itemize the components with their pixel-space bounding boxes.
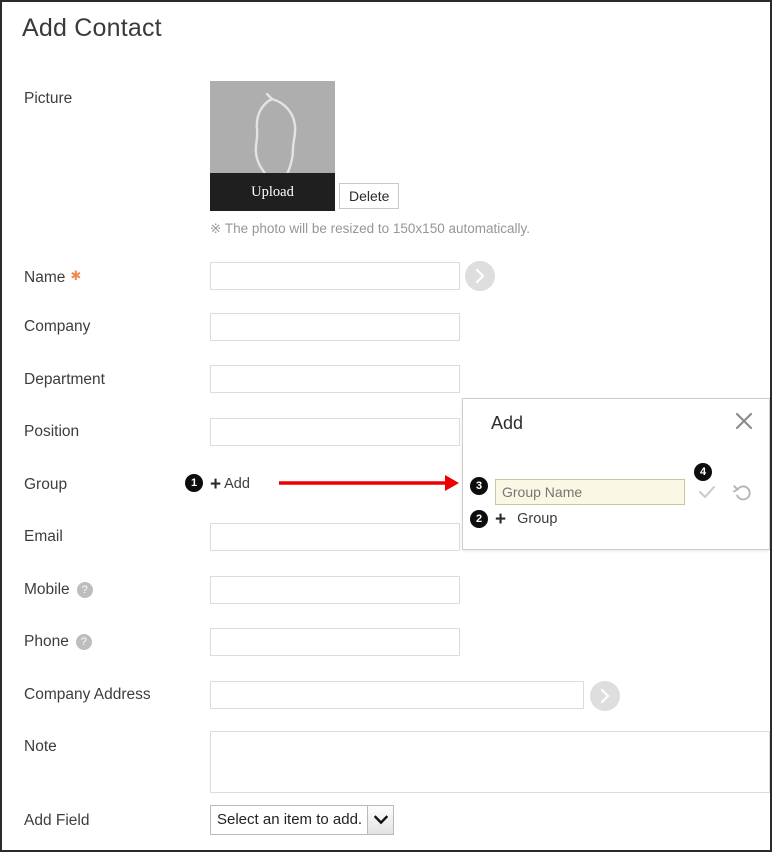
label-phone-text: Phone	[24, 633, 69, 650]
required-asterisk-icon: ✱	[70, 268, 82, 283]
name-input[interactable]	[210, 262, 460, 290]
check-glyph	[699, 486, 715, 498]
company-address-input[interactable]	[210, 681, 584, 709]
mobile-input[interactable]	[210, 576, 460, 604]
plus-icon: +	[495, 509, 507, 530]
label-email: Email	[24, 528, 63, 545]
undo-glyph	[733, 485, 751, 501]
help-icon-mobile[interactable]: ?	[76, 582, 93, 598]
delete-picture-button[interactable]: Delete	[339, 183, 400, 209]
annotation-badge-4: 4	[694, 463, 712, 481]
group-add-label: Add	[224, 476, 250, 492]
chevron-down-icon[interactable]	[367, 806, 394, 834]
annotation-badge-3: 3	[470, 477, 488, 495]
label-department: Department	[24, 371, 105, 388]
company-address-expand-button[interactable]	[590, 681, 620, 711]
app-window: Add Contact Picture Upload Delete ※ The …	[0, 0, 772, 852]
popup-add-group-label: Group	[517, 511, 558, 527]
plus-icon: +	[210, 474, 222, 495]
label-mobile-text: Mobile	[24, 581, 70, 598]
label-picture: Picture	[24, 90, 73, 107]
chevron-right-icon	[475, 268, 485, 284]
label-position: Position	[24, 423, 80, 440]
picture-note: ※ The photo will be resized to 150x150 a…	[210, 221, 530, 236]
label-name-text: Name	[24, 269, 66, 286]
label-phone: Phone?	[24, 633, 92, 651]
confirm-check-icon[interactable]	[695, 480, 719, 504]
add-field-select[interactable]: Select an item to add.	[210, 805, 395, 835]
phone-input[interactable]	[210, 628, 460, 656]
page-content: Add Contact Picture Upload Delete ※ The …	[2, 2, 770, 850]
label-add-field: Add Field	[24, 812, 90, 829]
label-company: Company	[24, 318, 91, 335]
label-group: Group	[24, 476, 68, 493]
add-group-popup: Add + Group	[462, 398, 770, 550]
picture-preview[interactable]: Upload	[210, 81, 335, 211]
position-input[interactable]	[210, 418, 460, 446]
label-company-address: Company Address	[24, 686, 151, 703]
annotation-badge-2: 2	[470, 510, 488, 528]
label-note: Note	[24, 738, 57, 755]
add-field-selected-value: Select an item to add.	[217, 811, 363, 828]
group-add-link[interactable]: + Add	[210, 474, 250, 495]
undo-icon[interactable]	[731, 480, 755, 504]
popup-add-group-link[interactable]: + Group	[495, 509, 557, 530]
upload-button[interactable]: Upload	[210, 173, 335, 211]
close-x-glyph	[735, 412, 753, 430]
note-textarea[interactable]	[210, 731, 770, 793]
company-input[interactable]	[210, 313, 460, 341]
popup-title: Add	[491, 413, 524, 433]
help-icon-phone[interactable]: ?	[75, 634, 92, 650]
annotation-badge-1: 1	[185, 474, 203, 492]
page-title: Add Contact	[22, 14, 162, 42]
chevron-down-glyph	[373, 815, 388, 825]
annotation-arrow-icon	[279, 475, 459, 491]
chevron-right-icon	[600, 688, 610, 704]
department-input[interactable]	[210, 365, 460, 393]
label-name: Name ✱	[24, 267, 81, 287]
name-expand-button[interactable]	[465, 261, 495, 291]
close-icon[interactable]	[733, 410, 755, 432]
email-input[interactable]	[210, 523, 460, 551]
group-name-input[interactable]	[495, 479, 685, 505]
label-mobile: Mobile?	[24, 581, 93, 599]
